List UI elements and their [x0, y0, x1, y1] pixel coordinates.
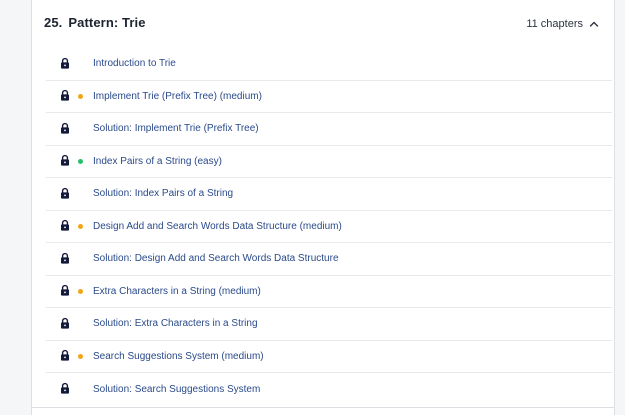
chevron-up-icon: [589, 21, 599, 27]
chapter-label[interactable]: Implement Trie (Prefix Tree) (medium): [93, 91, 262, 102]
lock-icon: [61, 285, 69, 296]
lock-icon: [61, 383, 69, 394]
lock-icon: [61, 122, 69, 134]
section-name: Pattern: Trie: [68, 15, 146, 30]
lock-icon: [61, 57, 69, 69]
lock-icon: [61, 350, 69, 361]
chapter-label[interactable]: Solution: Implement Trie (Prefix Tree): [93, 123, 259, 134]
chapter-item[interactable]: Introduction to Trie: [46, 48, 612, 81]
difficulty-easy-dot: [78, 158, 83, 164]
chapter-label[interactable]: Introduction to Trie: [93, 58, 176, 69]
lock-icon: [61, 252, 69, 264]
section-title: 25. Pattern: Trie: [44, 15, 146, 30]
chapter-label[interactable]: Index Pairs of a String (easy): [93, 156, 222, 167]
lock-icon: [61, 155, 69, 166]
chapter-item[interactable]: Extra Characters in a String (medium): [46, 276, 612, 308]
chapter-item[interactable]: Search Suggestions System (medium): [46, 341, 612, 373]
chapter-item[interactable]: Design Add and Search Words Data Structu…: [46, 211, 612, 243]
lock-icon: [61, 220, 69, 231]
section-number: 25.: [44, 15, 63, 30]
section-header[interactable]: 25. Pattern: Trie 11 chapters: [32, 0, 614, 48]
lock-icon: [61, 90, 69, 101]
chapter-label[interactable]: Search Suggestions System (medium): [93, 351, 264, 362]
chapter-label[interactable]: Extra Characters in a String (medium): [93, 286, 261, 297]
chapter-item[interactable]: Index Pairs of a String (easy): [46, 146, 612, 178]
course-section-panel: 25. Pattern: Trie 11 chapters Introductio…: [31, 0, 615, 415]
chapter-label[interactable]: Solution: Design Add and Search Words Da…: [93, 253, 339, 264]
difficulty-medium-dot: [78, 93, 83, 99]
chapter-label[interactable]: Solution: Index Pairs of a String: [93, 188, 233, 199]
chapter-item[interactable]: Solution: Index Pairs of a String: [46, 178, 612, 211]
chapter-item[interactable]: Solution: Search Suggestions System: [46, 373, 612, 406]
chapter-label[interactable]: Solution: Search Suggestions System: [93, 384, 260, 395]
chapter-label[interactable]: Design Add and Search Words Data Structu…: [93, 221, 342, 232]
lock-icon: [61, 317, 69, 329]
divider: [32, 407, 614, 408]
chapter-label[interactable]: Solution: Extra Characters in a String: [93, 318, 258, 329]
chapters-toggle[interactable]: 11 chapters: [526, 18, 600, 30]
chapters-count: 11 chapters: [526, 18, 583, 30]
chapter-item[interactable]: Solution: Implement Trie (Prefix Tree): [46, 113, 612, 146]
chapter-item[interactable]: Implement Trie (Prefix Tree) (medium): [46, 81, 612, 113]
chapter-item[interactable]: Solution: Design Add and Search Words Da…: [46, 243, 612, 276]
difficulty-medium-dot: [78, 353, 83, 359]
lock-icon: [61, 187, 69, 199]
difficulty-medium-dot: [78, 288, 83, 294]
chapter-list: Introduction to Trie Implement Trie (Pref…: [46, 48, 612, 406]
chapter-item[interactable]: Solution: Extra Characters in a String: [46, 308, 612, 341]
difficulty-medium-dot: [78, 223, 83, 229]
